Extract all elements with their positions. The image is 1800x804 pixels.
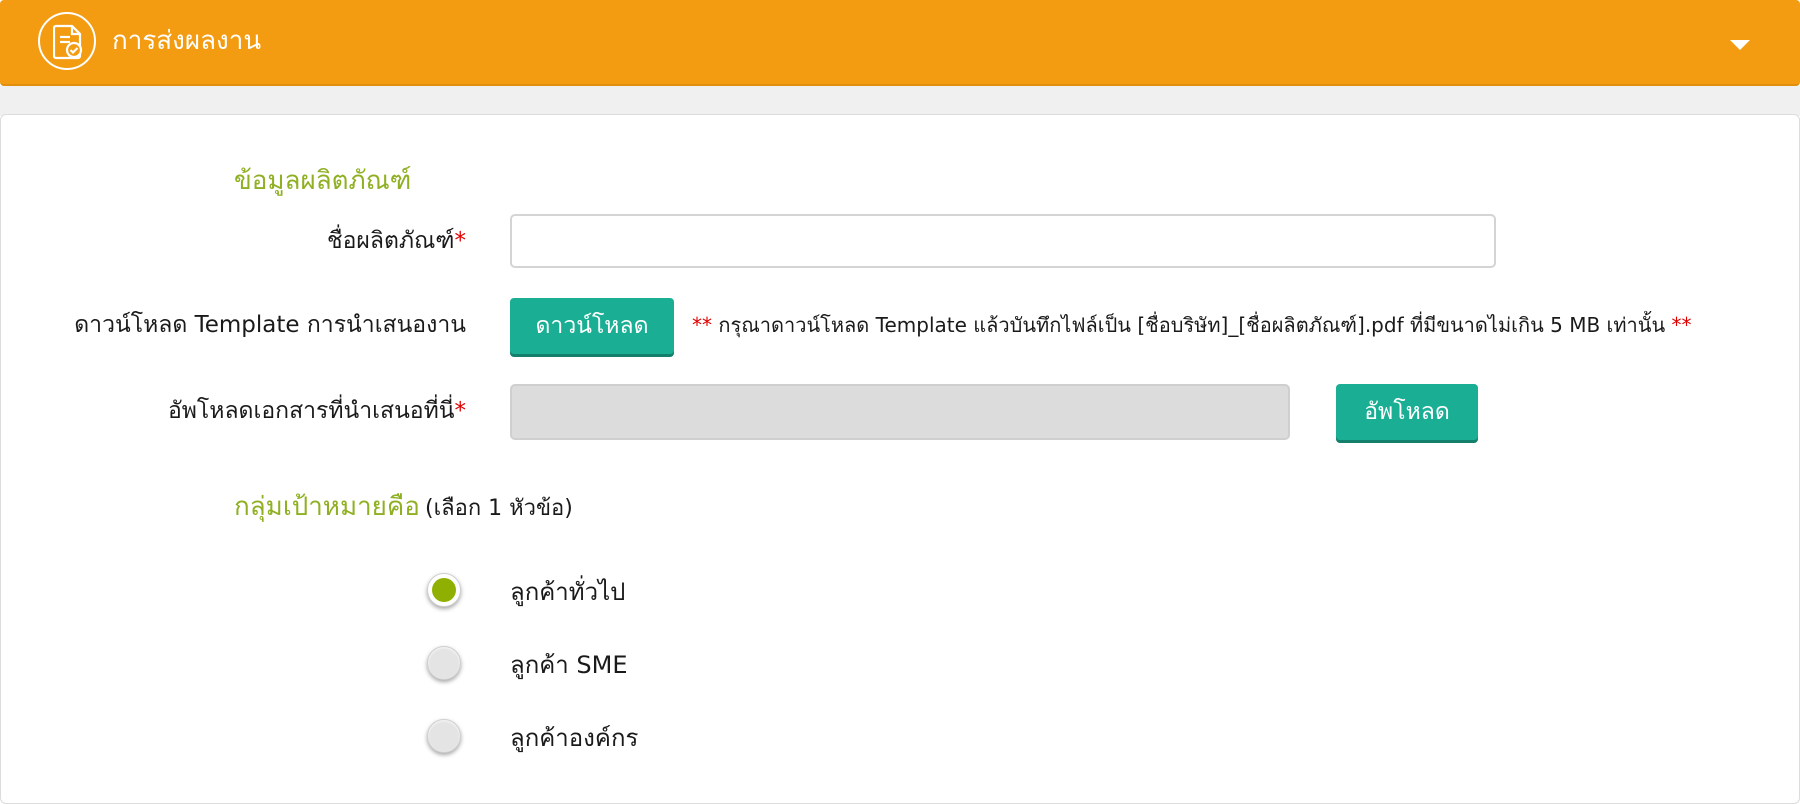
- upload-button[interactable]: อัพโหลด: [1336, 384, 1478, 440]
- upload-label: อัพโหลดเอกสารที่นำเสนอที่นี่*: [167, 398, 466, 424]
- product-section-title: ข้อมูลผลิตภัณฑ์: [234, 166, 412, 196]
- document-check-icon: [38, 12, 96, 70]
- target-section-hint: (เลือก 1 หัวข้อ): [425, 496, 573, 521]
- radio-label-general-customer[interactable]: ลูกค้าทั่วไป: [510, 576, 625, 608]
- product-name-input[interactable]: [510, 214, 1496, 268]
- target-section-heading: กลุ่มเป้าหมายคือ (เลือก 1 หัวข้อ): [234, 490, 573, 526]
- caret-down-icon[interactable]: [1730, 40, 1750, 50]
- product-name-label: ชื่อผลิตภัณฑ์*: [326, 228, 466, 254]
- radio-general-customer[interactable]: [427, 573, 461, 607]
- download-button[interactable]: ดาวน์โหลด: [510, 298, 674, 354]
- radio-label-corporate-customer[interactable]: ลูกค้าองค์กร: [510, 722, 638, 754]
- radio-sme-customer[interactable]: [427, 646, 461, 680]
- page-title: การส่งผลงาน: [112, 26, 262, 56]
- template-label: ดาวน์โหลด Template การนำเสนองาน: [74, 312, 466, 338]
- radio-corporate-customer[interactable]: [427, 719, 461, 753]
- submission-header[interactable]: การส่งผลงาน: [0, 0, 1800, 86]
- download-note: ** กรุณาดาวน์โหลด Template แล้วบันทึกไฟล…: [692, 313, 1692, 337]
- section-gap: [0, 86, 1800, 116]
- radio-label-sme-customer[interactable]: ลูกค้า SME: [510, 649, 628, 681]
- upload-file-field[interactable]: [510, 384, 1290, 440]
- target-section-title: กลุ่มเป้าหมายคือ: [234, 492, 420, 522]
